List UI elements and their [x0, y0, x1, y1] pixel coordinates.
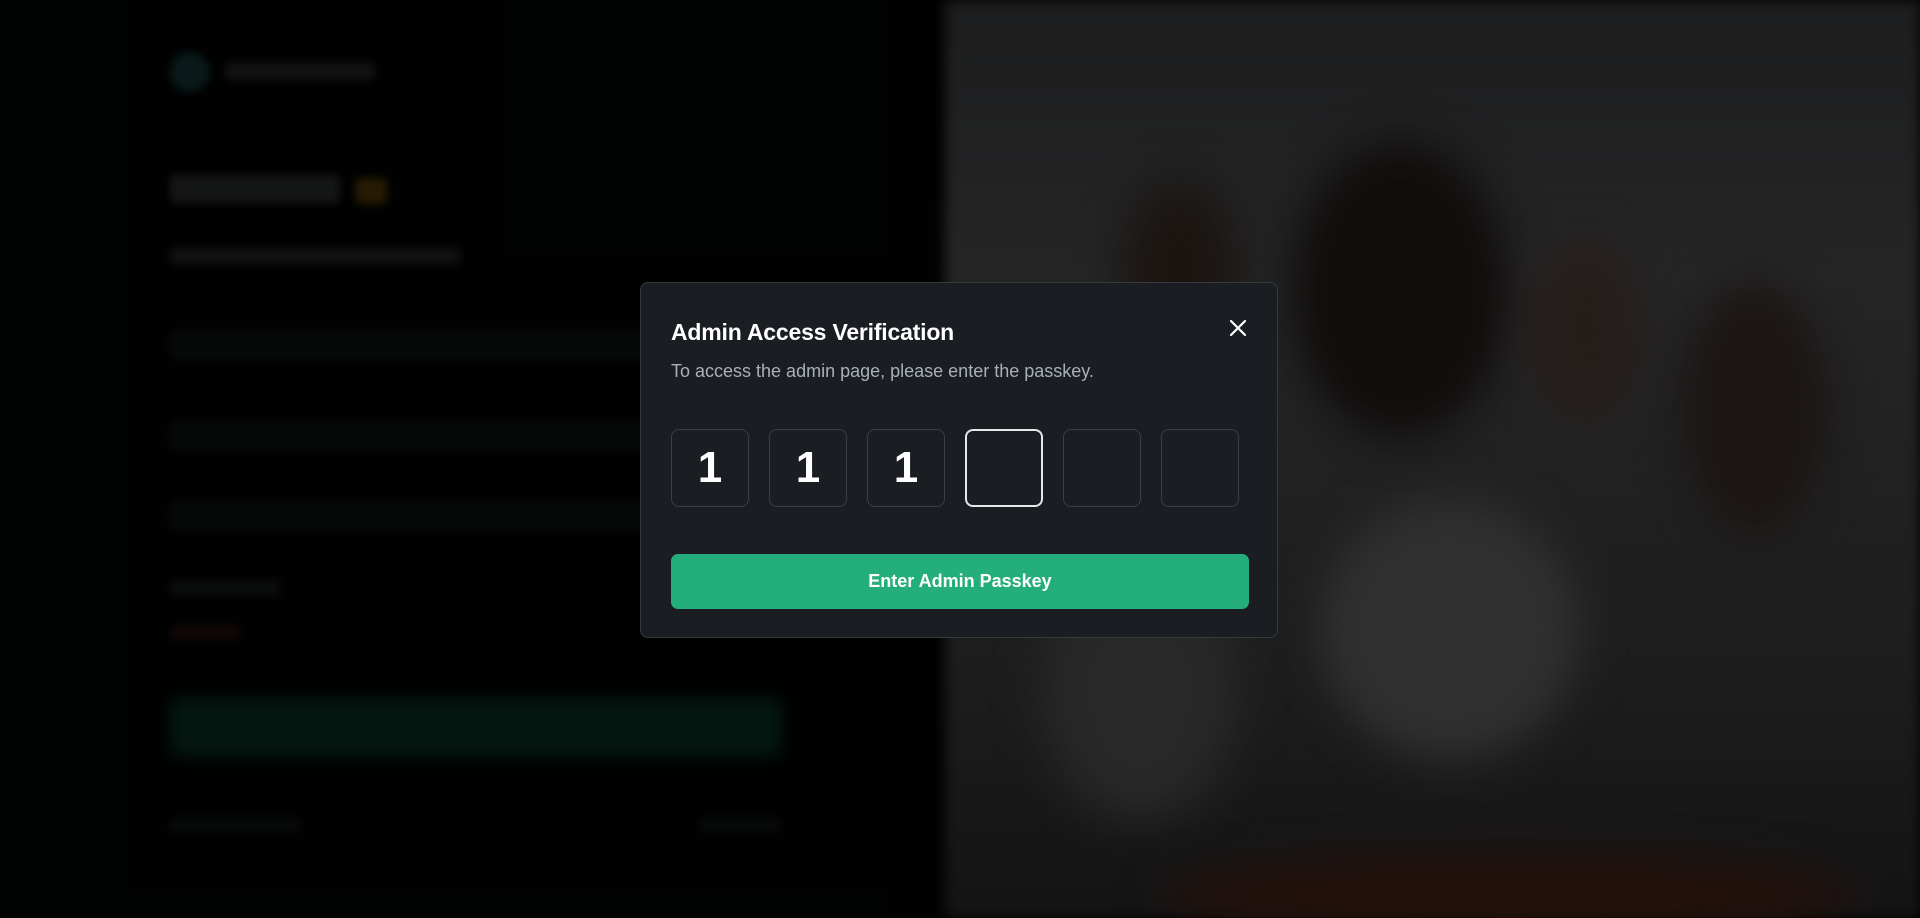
enter-admin-passkey-button[interactable]: Enter Admin Passkey [671, 554, 1249, 609]
passkey-digit-6[interactable] [1161, 429, 1239, 507]
modal-subtitle: To access the admin page, please enter t… [671, 361, 1094, 381]
passkey-input-group: 1 1 1 [671, 429, 1239, 507]
passkey-digit-3[interactable]: 1 [867, 429, 945, 507]
close-icon [1229, 319, 1247, 337]
close-button[interactable] [1223, 313, 1253, 343]
passkey-digit-1[interactable]: 1 [671, 429, 749, 507]
passkey-digit-5[interactable] [1063, 429, 1141, 507]
passkey-digit-2[interactable]: 1 [769, 429, 847, 507]
passkey-digit-4[interactable] [965, 429, 1043, 507]
modal-title: Admin Access Verification [671, 319, 955, 345]
admin-verification-modal: Admin Access Verification To access the … [640, 282, 1278, 638]
